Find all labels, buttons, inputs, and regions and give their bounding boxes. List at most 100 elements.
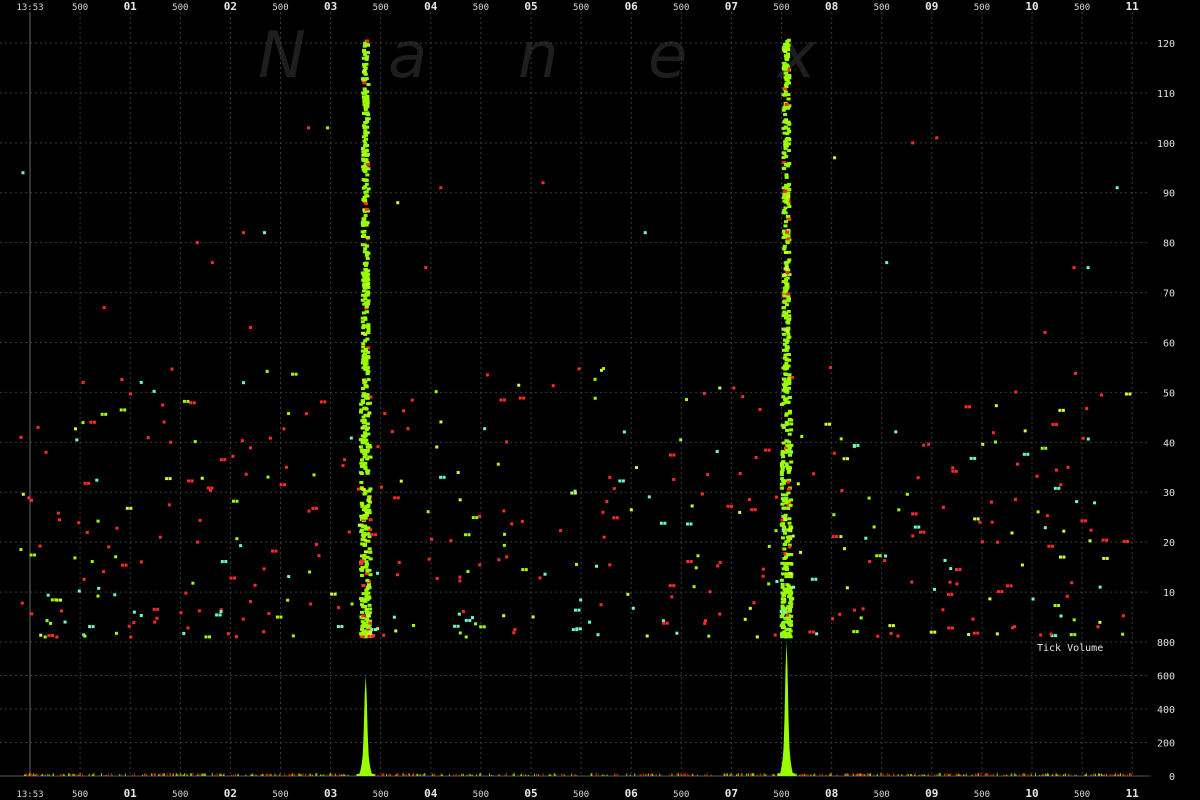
burst-trade-point [363, 247, 368, 251]
burst-trade-point [367, 411, 372, 415]
trade-point [884, 554, 888, 558]
burst-trade-point [368, 518, 373, 522]
volume-bar [480, 773, 482, 776]
burst-trade-point [365, 578, 370, 582]
volume-bar [939, 773, 941, 776]
volume-bar [72, 773, 74, 776]
volume-bar [652, 774, 654, 776]
volume-bar [687, 773, 689, 776]
burst-trade-point [365, 55, 370, 59]
tick-volume-label: Tick Volume [1037, 643, 1103, 654]
burst-trade-point [362, 97, 367, 101]
trade-point [989, 500, 993, 504]
burst-trade-point [786, 149, 791, 153]
burst-trade-point [368, 557, 373, 561]
burst-trade-point [363, 268, 368, 272]
trade-point [19, 435, 23, 439]
volume-bar [338, 773, 340, 776]
burst-trade-point [780, 477, 785, 481]
trade-point [156, 607, 160, 611]
burst-trade-point [360, 502, 365, 506]
burst-trade-point [359, 472, 364, 476]
volume-bar [928, 773, 930, 776]
trade-point [439, 420, 443, 424]
volume-bar [276, 774, 278, 776]
volume-bar [347, 774, 349, 776]
volume-bar [1109, 774, 1111, 776]
burst-trade-point [361, 415, 366, 419]
trade-point [187, 479, 191, 483]
trade-point [29, 553, 33, 557]
trade-point [541, 181, 545, 185]
burst-trade-point [365, 256, 370, 260]
burst-trade-point [359, 480, 364, 484]
volume-bar [554, 774, 556, 776]
volume-bar [956, 774, 958, 776]
trade-point [453, 624, 457, 628]
trade-point [513, 628, 517, 632]
trade-point [162, 420, 166, 424]
volume-bar [1062, 774, 1064, 776]
burst-trade-point [365, 235, 370, 239]
trade-point [266, 475, 270, 479]
trade-point [852, 443, 856, 447]
x-tick-bottom: 500 [874, 790, 890, 800]
trade-point [483, 427, 487, 431]
burst-trade-point [365, 293, 370, 297]
trade-point [703, 619, 707, 623]
trade-point [29, 498, 33, 502]
trade-point [980, 540, 984, 544]
volume-bar [59, 774, 61, 776]
trade-point [738, 471, 742, 475]
trade-point [1128, 392, 1132, 396]
trade-point [427, 557, 431, 561]
volume-bar [204, 773, 206, 776]
burst-trade-point [366, 614, 371, 618]
trade-point [1020, 563, 1024, 567]
volume-bar [1034, 773, 1036, 776]
trade-point [33, 553, 37, 557]
volume-bar [862, 774, 864, 776]
volume-bar [476, 774, 478, 776]
trade-point [1005, 584, 1009, 588]
trade-point [1054, 423, 1058, 427]
burst-trade-point [368, 445, 373, 449]
trade-point [512, 631, 516, 635]
trade-point [996, 590, 1000, 594]
volume-bar [1101, 773, 1103, 776]
trade-point [226, 632, 230, 636]
burst-trade-point [780, 466, 785, 470]
y-tick-volume: 200 [1157, 739, 1175, 750]
volume-bar [1129, 773, 1131, 776]
volume-bar [77, 774, 79, 776]
trade-point [368, 631, 372, 635]
burst-trade-point [364, 347, 369, 351]
burst-trade-point [782, 591, 787, 595]
trade-point [379, 485, 383, 489]
trade-point [1075, 500, 1079, 504]
trade-point [1053, 486, 1057, 490]
trade-point [139, 614, 143, 618]
volume-bar [1059, 774, 1061, 776]
volume-bar [910, 773, 912, 776]
volume-bar [498, 774, 500, 776]
trade-point [524, 568, 528, 572]
y-tick-price: 80 [1163, 239, 1175, 250]
trade-point [326, 126, 330, 130]
volume-bar [1068, 773, 1070, 776]
burst-trade-point [781, 506, 786, 510]
volume-bar [262, 773, 264, 776]
trade-point [189, 401, 193, 405]
trade-point [169, 440, 173, 444]
volume-bar [650, 774, 652, 776]
volume-bar [751, 773, 753, 776]
burst-trade-point [785, 276, 790, 280]
trade-point [951, 466, 955, 470]
volume-bar [293, 773, 295, 776]
trade-point [192, 401, 196, 405]
trade-point [45, 619, 49, 623]
burst-trade-point [367, 495, 372, 499]
trade-point [922, 443, 926, 447]
trade-point [969, 456, 973, 460]
trade-point [594, 564, 598, 568]
